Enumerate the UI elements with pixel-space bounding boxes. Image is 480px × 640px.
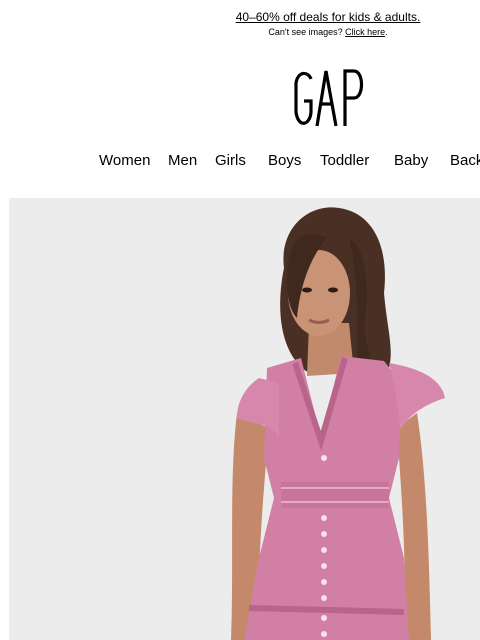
- promo-link[interactable]: 40–60% off deals for kids & adults.: [0, 9, 480, 25]
- gap-logo-icon: [294, 69, 364, 127]
- nav-item-women[interactable]: Women: [99, 151, 150, 171]
- nav-item-men[interactable]: Men: [168, 151, 197, 171]
- cant-see-images-label: Can't see images?: [268, 27, 343, 37]
- preheader: 40–60% off deals for kids & adults. Can'…: [0, 9, 480, 38]
- category-nav: Women Men Girls Boys Toddler Baby Back: [0, 151, 480, 173]
- nav-item-toddler[interactable]: Toddler: [320, 151, 369, 171]
- gap-logo[interactable]: [290, 66, 370, 130]
- nav-item-girls[interactable]: Girls: [215, 151, 246, 171]
- woman-in-pink-dress-photo: [9, 198, 480, 640]
- period: .: [385, 27, 388, 37]
- nav-item-boys[interactable]: Boys: [268, 151, 301, 171]
- click-here-link[interactable]: Click here: [345, 27, 385, 37]
- nav-item-baby[interactable]: Baby: [394, 151, 428, 171]
- nav-item-back[interactable]: Back: [450, 151, 480, 171]
- hero-image[interactable]: [9, 198, 480, 640]
- cant-see-images-line: Can't see images? Click here.: [0, 26, 480, 38]
